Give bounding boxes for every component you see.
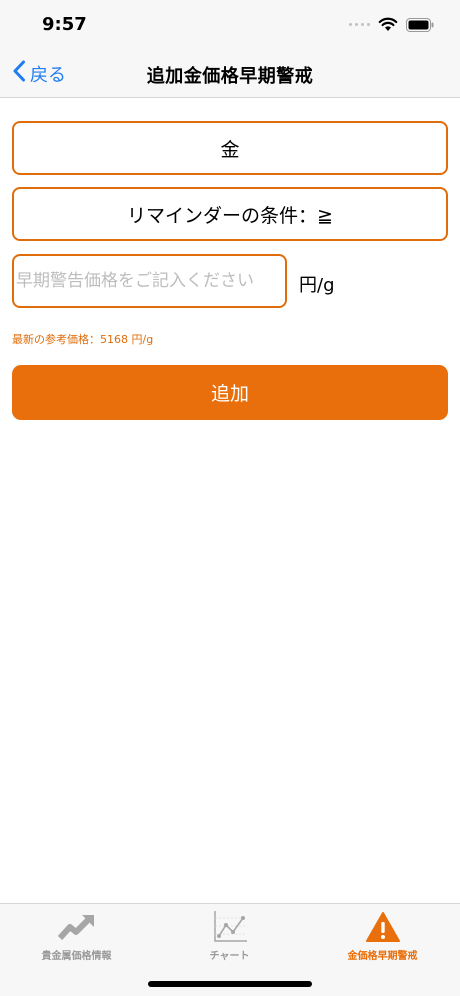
price-unit-label: 円/g [299, 275, 335, 296]
warning-icon [363, 910, 403, 944]
metal-selector-value: 金 [220, 138, 240, 161]
screen: 9:57 戻る 追加金価格早期警戒 金 リマインダーの条件：≧ 早期警告価格をご… [0, 0, 460, 996]
status-icons [349, 17, 434, 32]
tab-label: 金価格早期警戒 [347, 951, 418, 962]
cellular-signal-icon [349, 23, 370, 26]
wifi-icon [378, 17, 398, 32]
battery-icon [406, 17, 434, 32]
trend-up-icon [57, 910, 97, 944]
navigation-bar: 戻る 追加金価格早期警戒 [0, 50, 460, 98]
home-indicator[interactable] [148, 981, 312, 987]
tab-label: チャート [209, 951, 250, 962]
metal-selector[interactable]: 金 [12, 121, 448, 175]
tab-precious-metal-prices[interactable]: 貴金属価格情報 [0, 910, 153, 968]
tab-gold-price-alert[interactable]: 金価格早期警戒 [306, 910, 459, 968]
status-bar: 9:57 [0, 0, 460, 50]
page-title: 追加金価格早期警戒 [146, 66, 314, 87]
alert-price-input[interactable] [12, 254, 287, 308]
tab-label: 貴金属価格情報 [41, 951, 112, 962]
status-time: 9:57 [42, 14, 87, 35]
add-button[interactable]: 追加 [12, 365, 448, 420]
chart-icon [210, 910, 250, 944]
reference-price-text: 最新の参考価格：5168 円/g [12, 333, 154, 346]
condition-selector[interactable]: リマインダーの条件：≧ [12, 187, 448, 241]
tab-chart[interactable]: チャート [153, 910, 306, 968]
condition-selector-value: リマインダーの条件：≧ [127, 204, 333, 227]
